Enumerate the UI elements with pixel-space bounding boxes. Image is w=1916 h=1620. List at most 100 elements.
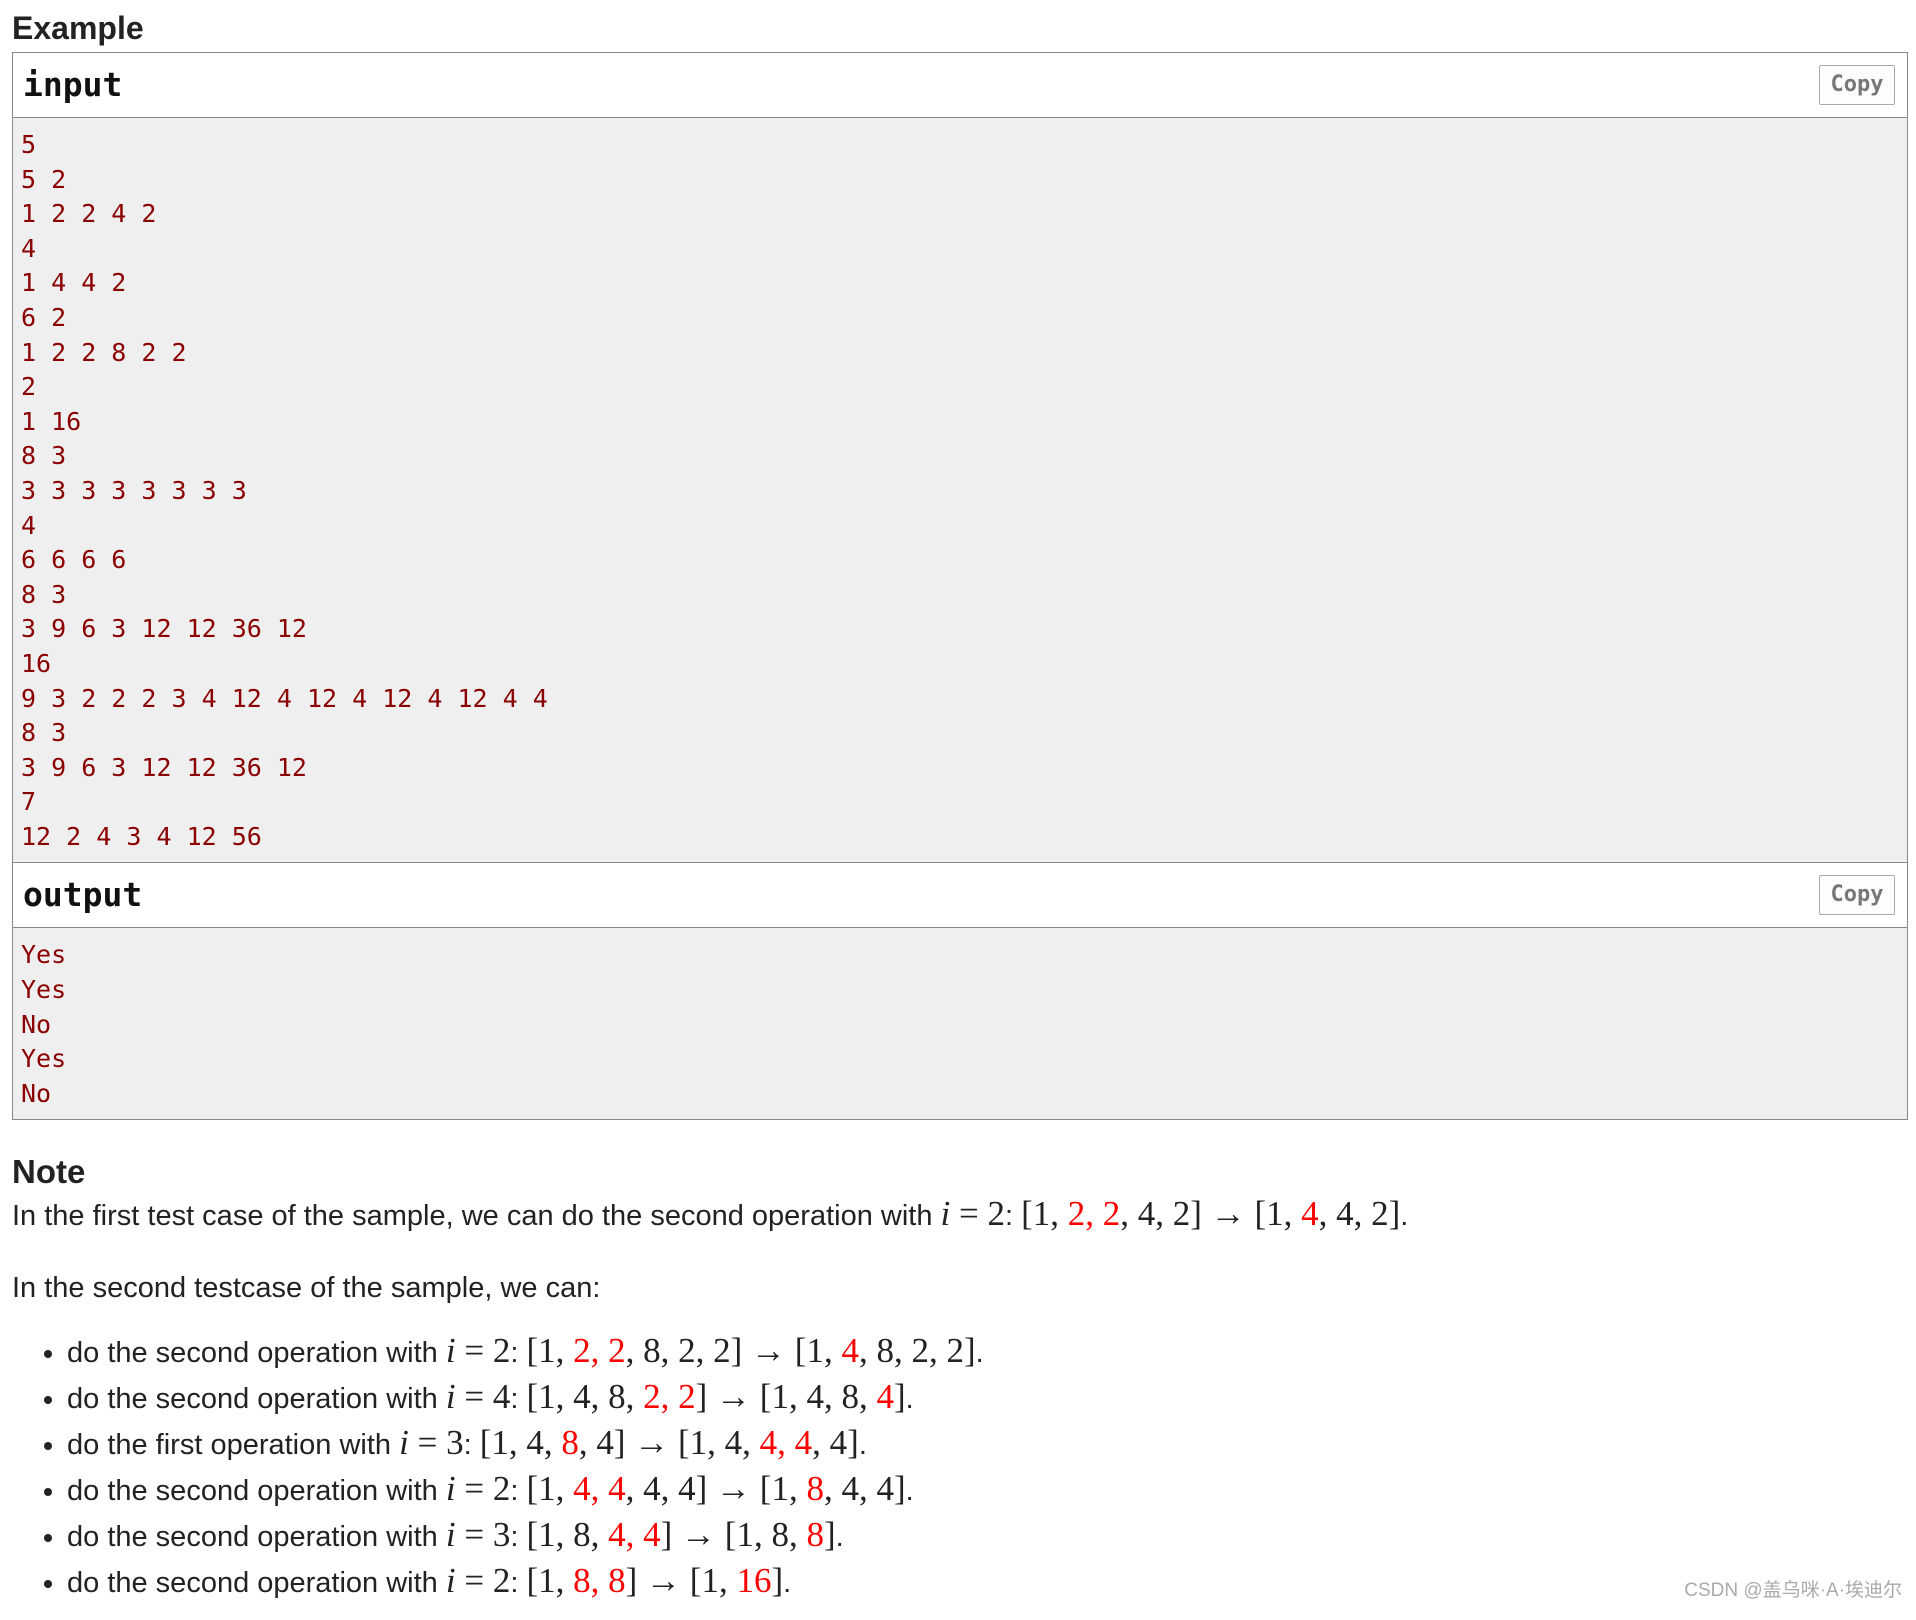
input-header: input Copy [13,53,1907,118]
copy-input-button[interactable]: Copy [1819,65,1895,105]
arrow-symbol: → [637,1561,690,1601]
comma: , [625,1469,644,1509]
comma: , [788,1469,807,1509]
array-element-highlighted: 4 [643,1515,661,1555]
array-element: 1 [736,1515,754,1555]
array-element: 1 [689,1423,708,1463]
comma: , [578,1423,597,1463]
period: . [905,1475,914,1508]
sample-test-box: input Copy 5 5 2 1 2 2 4 2 4 1 4 4 2 6 2 1 2 2… [12,52,1908,1121]
arrow-symbol: → [672,1515,725,1555]
array-element: 4 [596,1423,614,1463]
input-label: input [23,65,123,104]
input-line: 3 9 6 3 12 12 36 12 [21,752,307,782]
array-element: 4 [876,1469,894,1509]
arrow-symbol: → [742,1331,795,1371]
array-element: 8 [841,1377,859,1417]
output-label: output [23,875,143,915]
output-line: No [21,1078,52,1108]
bracket-close: ] [613,1423,626,1463]
comma: , [555,1469,574,1509]
bracket-open: [ [759,1469,772,1509]
note-second-case-intro: In the second testcase of the sample, we… [12,1272,601,1305]
colon: : [1005,1200,1022,1233]
array-element: 4 [806,1377,824,1417]
input-line: 8 3 [21,579,67,609]
output-line: Yes [21,975,67,1005]
bracket-open: [ [526,1561,539,1601]
statement-text: do the second operation with [67,1567,446,1600]
array-element: 8 [643,1331,661,1371]
bracket-open: [ [526,1377,539,1417]
array-element: 8 [771,1515,789,1555]
array-element: 2 [911,1331,929,1371]
output-header: output Copy [13,863,1907,929]
bracket-open: [ [759,1377,772,1417]
operation-item: do the second operation with i = 3: [1, … [67,1512,1908,1558]
equals-sign: = [455,1377,493,1417]
array-element: 4 [1137,1194,1156,1234]
operation-item: do the second operation with i = 2: [1, … [67,1466,1908,1512]
index-value: 2 [987,1194,1006,1234]
bracket-close: ] [1190,1194,1202,1234]
comma: , [858,1377,877,1417]
index-value: 4 [492,1377,511,1417]
comma: , [625,1377,644,1417]
comma: , [555,1561,574,1601]
array-element-highlighted: 8 [806,1515,824,1555]
comma: , [1318,1194,1337,1234]
array-element-highlighted: 2 [643,1377,661,1417]
array-element: 4 [841,1469,859,1509]
comma: , [555,1331,574,1371]
bracket-open: [ [526,1515,539,1555]
statement-text: do the second operation with [67,1337,446,1370]
input-line: 4 [21,233,37,263]
copy-output-button[interactable]: Copy [1819,875,1895,916]
bracket-close: ] [730,1331,743,1371]
array-element: 4 [829,1423,848,1463]
statement-text: do the second operation with [67,1475,446,1508]
array-element-highlighted: 16 [736,1561,772,1601]
array-element-highlighted: 4 [759,1423,778,1463]
bracket-open: [ [678,1423,690,1463]
period: . [905,1383,914,1416]
comma: , [543,1423,562,1463]
array-element-highlighted: 2 [608,1331,626,1371]
bracket-open: [ [724,1515,737,1555]
index-value: 3 [446,1423,464,1463]
statement-text: do the second operation with [67,1521,446,1554]
comma: , [823,1377,842,1417]
bracket-close: ] [695,1469,708,1509]
array-element-highlighted: 4 [1301,1194,1319,1234]
input-line: 9 3 2 2 2 3 4 12 4 12 4 12 4 12 4 4 [21,683,548,713]
period: . [783,1567,792,1600]
comma: , [1120,1194,1138,1234]
comma: , [777,1423,795,1463]
array-element-highlighted: 4 [841,1331,859,1371]
array-element: 4 [678,1469,696,1509]
input-line: 5 2 [21,164,67,194]
comma: , [590,1469,609,1509]
colon: : [510,1475,527,1508]
array-element: 4 [643,1469,661,1509]
equals-sign: = [950,1194,988,1234]
output-line: Yes [21,1044,67,1074]
comma: , [858,1331,877,1371]
bracket-open: [ [1021,1194,1033,1234]
array-element-highlighted: 8 [608,1561,626,1601]
input-line: 16 [21,648,52,678]
comma: , [893,1331,912,1371]
bracket-open: [ [479,1423,492,1463]
bracket-close: ] [695,1377,708,1417]
array-element: 2 [713,1331,731,1371]
array-element: 1 [1032,1194,1051,1234]
bracket-close: ] [847,1423,859,1463]
output-line: No [21,1009,52,1039]
statement-text: do the second operation with [67,1383,446,1416]
input-line: 3 3 3 3 3 3 3 3 [21,475,247,505]
comma: , [707,1423,725,1463]
equals-sign: = [455,1515,493,1555]
array-element: 1 [538,1469,556,1509]
array-element: 4 [526,1423,544,1463]
bracket-open: [ [526,1469,539,1509]
